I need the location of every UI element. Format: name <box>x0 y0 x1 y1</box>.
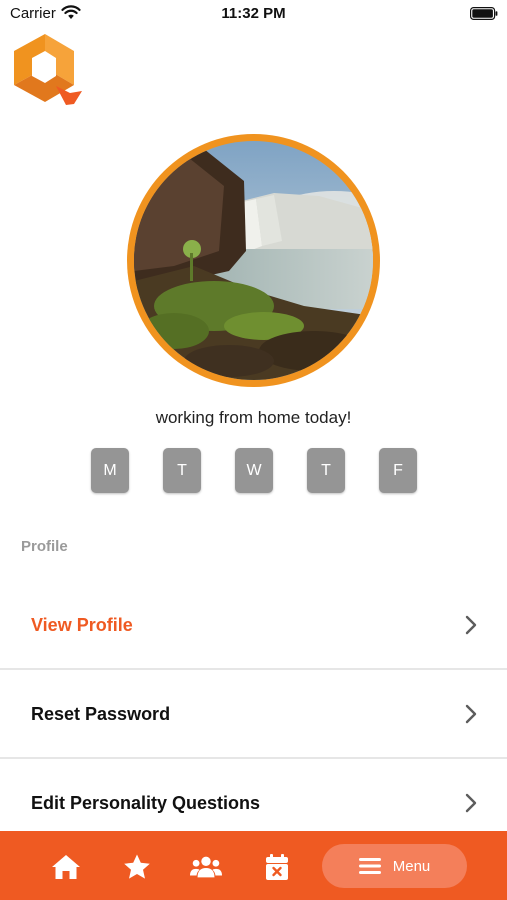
hamburger-icon <box>358 858 381 874</box>
clock: 11:32 PM <box>221 5 286 22</box>
day-button-wednesday[interactable]: W <box>235 448 273 493</box>
chevron-right-icon <box>465 793 477 813</box>
day-button-thursday[interactable]: T <box>307 448 345 493</box>
view-profile-row[interactable]: View Profile <box>0 582 507 670</box>
profile-avatar[interactable] <box>134 141 373 380</box>
battery-icon <box>470 7 498 20</box>
tab-favorites[interactable] <box>121 852 153 882</box>
people-icon <box>190 856 222 878</box>
reset-password-row[interactable]: Reset Password <box>0 671 507 759</box>
bottom-tab-bar: Menu <box>0 831 507 900</box>
edit-personality-questions-label: Edit Personality Questions <box>31 792 261 813</box>
waterfall-photo <box>134 141 373 380</box>
status-bar: Carrier 11:32 PM <box>0 0 507 28</box>
app-logo[interactable] <box>12 30 84 106</box>
chevron-right-icon <box>465 615 477 635</box>
day-button-friday[interactable]: F <box>379 448 417 493</box>
tab-people[interactable] <box>190 852 222 882</box>
tab-calendar[interactable] <box>261 852 293 882</box>
star-icon <box>124 854 150 879</box>
tab-home[interactable] <box>50 852 82 882</box>
home-icon <box>52 855 80 879</box>
status-message: working from home today! <box>155 408 352 427</box>
menu-label: Menu <box>392 857 431 875</box>
calendar-x-icon <box>266 854 288 880</box>
view-profile-label: View Profile <box>31 614 133 635</box>
chevron-right-icon <box>465 704 477 724</box>
reset-password-label: Reset Password <box>31 703 171 724</box>
menu-button[interactable]: Menu <box>322 844 467 888</box>
day-button-monday[interactable]: M <box>91 448 129 493</box>
day-button-tuesday[interactable]: T <box>163 448 201 493</box>
section-label-profile: Profile <box>21 538 68 555</box>
